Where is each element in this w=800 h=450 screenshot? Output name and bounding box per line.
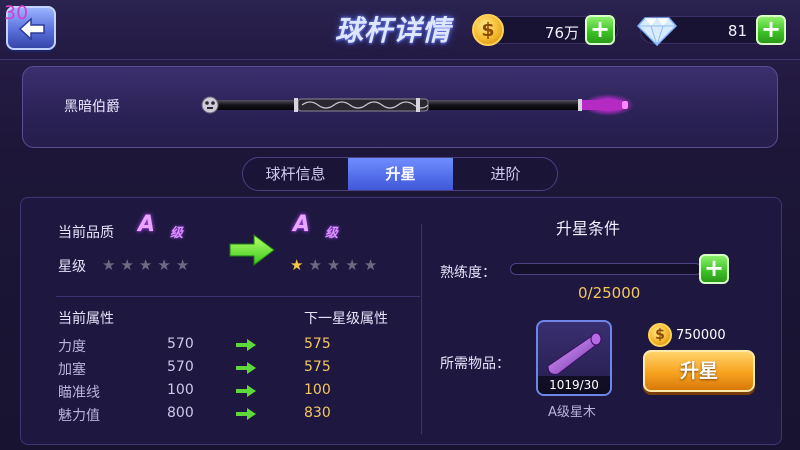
tab-cue-info[interactable]: 球杆信息 bbox=[243, 158, 348, 190]
next-grade-suffix: 级 bbox=[325, 226, 339, 241]
item-count: 1019/30 bbox=[538, 376, 610, 394]
star-empty-icon: ★ bbox=[345, 256, 364, 274]
next-attr-header: 下一星级属性 bbox=[304, 311, 388, 327]
diamond-value: 81 bbox=[727, 22, 747, 40]
proficiency-value: 0/25000 bbox=[578, 284, 641, 302]
next-star-rating: ★★★★★ bbox=[290, 256, 382, 274]
coin-value: 76万 bbox=[544, 24, 579, 42]
current-grade-suffix: 级 bbox=[170, 226, 184, 241]
required-items-label: 所需物品： bbox=[440, 356, 510, 372]
cue-stick-image bbox=[201, 94, 634, 116]
star-empty-icon: ★ bbox=[363, 256, 383, 274]
arrow-right-icon bbox=[236, 408, 256, 420]
attr-current-value: 570 bbox=[167, 336, 194, 352]
arrow-right-icon bbox=[236, 362, 256, 374]
tab-star-up[interactable]: 升星 bbox=[348, 158, 453, 190]
page-title: 球杆详情 bbox=[335, 14, 452, 47]
coin-icon: $ bbox=[648, 323, 672, 347]
required-item-slot[interactable]: 1019/30 bbox=[536, 320, 612, 396]
current-grade-letter: A bbox=[138, 212, 156, 237]
star-label: 星级 bbox=[58, 259, 86, 275]
arrow-right-icon bbox=[236, 385, 256, 397]
star-empty-icon: ★ bbox=[102, 256, 121, 274]
star-empty-icon: ★ bbox=[120, 256, 139, 274]
condition-title: 升星条件 bbox=[556, 219, 621, 238]
tab-advance[interactable]: 进阶 bbox=[453, 158, 557, 190]
star-empty-icon: ★ bbox=[138, 256, 158, 274]
diamond-icon bbox=[637, 17, 677, 46]
add-proficiency-button[interactable]: + bbox=[699, 254, 729, 284]
attr-name: 魅力值 bbox=[58, 408, 100, 424]
star-filled-icon: ★ bbox=[290, 256, 309, 274]
panel-divider-horizontal bbox=[56, 296, 420, 297]
item-name: A级星木 bbox=[548, 405, 596, 420]
attr-name: 力度 bbox=[58, 339, 86, 355]
attr-next-value: 575 bbox=[304, 359, 331, 375]
upgrade-cost: 750000 bbox=[676, 328, 726, 343]
proficiency-label: 熟练度： bbox=[440, 265, 496, 281]
attr-next-value: 100 bbox=[304, 382, 331, 398]
star-up-panel bbox=[20, 197, 782, 445]
attr-current-value: 570 bbox=[167, 359, 194, 375]
attr-next-value: 575 bbox=[304, 336, 331, 352]
star-empty-icon: ★ bbox=[157, 256, 176, 274]
star-empty-icon: ★ bbox=[326, 256, 346, 274]
upgrade-arrow-icon bbox=[229, 234, 275, 266]
star-wood-icon bbox=[547, 332, 602, 375]
star-empty-icon: ★ bbox=[175, 256, 195, 274]
attr-current-value: 800 bbox=[167, 405, 194, 421]
current-star-rating: ★★★★★ bbox=[102, 256, 194, 274]
next-grade-letter: A bbox=[293, 212, 311, 237]
panel-divider-vertical bbox=[421, 224, 422, 434]
star-empty-icon: ★ bbox=[308, 256, 327, 274]
attr-current-value: 100 bbox=[167, 382, 194, 398]
tab-bar: 球杆信息 升星 进阶 bbox=[242, 157, 558, 191]
add-diamonds-button[interactable]: + bbox=[756, 15, 786, 45]
cue-name: 黑暗伯爵 bbox=[64, 99, 120, 115]
coin-icon: $ bbox=[472, 14, 504, 46]
star-up-button[interactable]: 升星 bbox=[643, 350, 755, 392]
fps-counter: 30 bbox=[4, 2, 29, 24]
proficiency-bar bbox=[510, 263, 702, 275]
attr-name: 加塞 bbox=[58, 362, 86, 378]
add-coins-button[interactable]: + bbox=[585, 15, 615, 45]
attr-name: 瞄准线 bbox=[58, 385, 100, 401]
current-attr-header: 当前属性 bbox=[58, 311, 114, 327]
arrow-right-icon bbox=[236, 339, 256, 351]
quality-label: 当前品质 bbox=[58, 225, 114, 241]
attr-next-value: 830 bbox=[304, 405, 331, 421]
